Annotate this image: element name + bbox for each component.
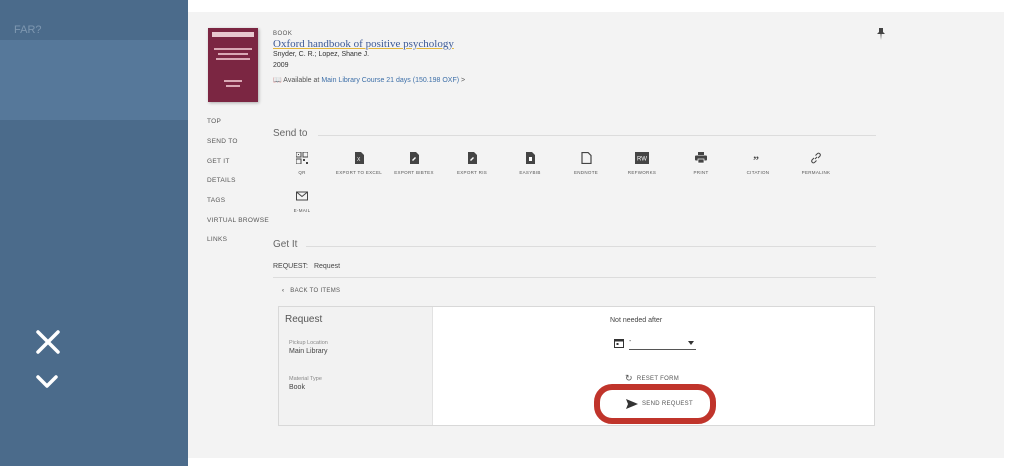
calendar-icon (614, 339, 624, 348)
request-type-label: REQUEST: (273, 263, 309, 270)
send-citation-button[interactable]: ” CITATION (732, 152, 784, 176)
request-form: Request Pickup Location Main Library Mat… (278, 306, 875, 426)
side-overlay: FAR? (0, 0, 188, 466)
endnote-icon (581, 152, 592, 164)
book-cover[interactable] (208, 28, 258, 102)
bibtex-icon (410, 152, 419, 164)
send-email-label: E-MAIL (293, 208, 311, 213)
reset-form-label: RESET FORM (636, 376, 680, 382)
send-ris-label: EXPORT RIS (456, 170, 488, 175)
pin-icon[interactable] (876, 27, 886, 40)
send-citation-label: CITATION (746, 170, 770, 175)
chevron-down-icon[interactable] (30, 370, 64, 396)
send-print-button[interactable]: PRINT (675, 152, 727, 176)
nav-get-it[interactable]: GET IT (207, 158, 230, 165)
send-bibtex-button[interactable]: EXPORT BIBTEX (388, 152, 440, 176)
nav-top[interactable]: TOP (207, 118, 221, 125)
nav-details[interactable]: DETAILS (207, 177, 236, 184)
ris-icon (468, 152, 477, 164)
send-to-divider (318, 135, 876, 136)
nav-virtual-browse[interactable]: VIRTUAL BROWSE (207, 217, 269, 224)
send-request-label: SEND REQUEST (642, 401, 693, 407)
refworks-icon: RW (635, 152, 649, 164)
email-icon (296, 191, 308, 201)
send-easybib-label: EASYBIB (519, 170, 541, 175)
qr-code-icon (296, 152, 308, 164)
not-needed-after-label: Not needed after (610, 317, 663, 324)
get-it-heading: Get It (273, 239, 298, 250)
request-form-sidebar: Request Pickup Location Main Library Mat… (279, 307, 433, 425)
send-permalink-button[interactable]: PERMALINK (790, 152, 842, 176)
link-icon (811, 152, 821, 164)
nav-tags[interactable]: TAGS (207, 197, 225, 204)
record-year: 2009 (273, 62, 289, 69)
material-type-label: Material Type (289, 376, 322, 382)
record-title[interactable]: Oxford handbook of positive psychology (273, 38, 454, 50)
svg-text:”: ” (753, 153, 759, 164)
send-refworks-label: REFWORKS (627, 170, 657, 175)
date-select-value: - (629, 338, 632, 345)
availability-detail: Course 21 days (150.198 OXF) (361, 77, 460, 84)
nav-send-to[interactable]: SEND TO (207, 138, 238, 145)
request-type-row: REQUEST: Request (273, 263, 340, 270)
send-refworks-button[interactable]: RW REFWORKS (616, 152, 668, 176)
availability-link[interactable]: 📖 Available at Main Library Course 21 da… (273, 76, 465, 84)
request-type-value: Request (313, 263, 341, 270)
record-type: BOOK (273, 31, 293, 37)
quote-icon: ” (753, 153, 759, 164)
refresh-icon: ↻ (625, 373, 633, 383)
send-permalink-label: PERMALINK (801, 170, 831, 175)
availability-library: Main Library (321, 77, 360, 84)
send-excel-button[interactable]: X EXPORT TO EXCEL (333, 152, 385, 176)
send-excel-label: EXPORT TO EXCEL (335, 170, 383, 175)
pickup-location-label: Pickup Location (289, 340, 328, 346)
easybib-icon (526, 152, 535, 164)
availability-chevron: > (461, 77, 466, 84)
request-divider (273, 277, 876, 278)
send-email-button[interactable]: E-MAIL (276, 190, 328, 214)
pickup-location-value: Main Library (289, 348, 328, 355)
print-icon (695, 152, 707, 164)
dropdown-arrow-icon (688, 341, 694, 345)
get-it-divider (306, 246, 876, 247)
send-to-heading: Send to (273, 128, 308, 139)
send-easybib-button[interactable]: EASYBIB (504, 152, 556, 176)
excel-icon: X (355, 152, 364, 164)
close-icon[interactable] (28, 322, 68, 362)
book-icon: 📖 (273, 77, 282, 84)
reset-form-button[interactable]: ↻ RESET FORM (625, 373, 679, 384)
not-needed-after-date-select[interactable]: - (614, 337, 696, 351)
send-print-label: PRINT (693, 170, 709, 175)
send-request-button[interactable]: SEND REQUEST (594, 384, 716, 424)
availability-prefix: Available at (283, 77, 320, 84)
svg-text:RW: RW (637, 157, 647, 163)
nav-links[interactable]: LINKS (207, 236, 227, 243)
request-form-title: Request (285, 314, 323, 325)
send-bibtex-label: EXPORT BIBTEX (394, 170, 434, 175)
send-endnote-label: ENDNOTE (573, 170, 599, 175)
overlay-header-band (0, 40, 188, 120)
back-to-items-label: BACK TO ITEMS (290, 288, 341, 294)
send-ris-button[interactable]: EXPORT RIS (446, 152, 498, 176)
send-qr-button[interactable]: QR (276, 152, 328, 176)
send-endnote-button[interactable]: ENDNOTE (560, 152, 612, 176)
send-qr-label: QR (298, 170, 306, 175)
back-to-items-link[interactable]: ‹ BACK TO ITEMS (282, 288, 340, 294)
send-arrow-icon (626, 399, 638, 409)
overlay-ghost-text: FAR? (14, 24, 42, 36)
record-authors: Snyder, C. R.; Lopez, Shane J. (273, 51, 370, 58)
material-type-value: Book (289, 384, 305, 391)
chevron-left-icon: ‹ (282, 288, 285, 294)
